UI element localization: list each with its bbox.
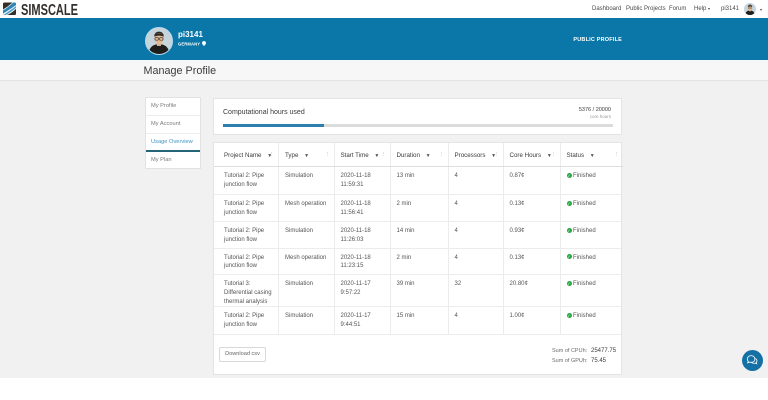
svg-text:SIMSCALE: SIMSCALE: [21, 2, 78, 16]
